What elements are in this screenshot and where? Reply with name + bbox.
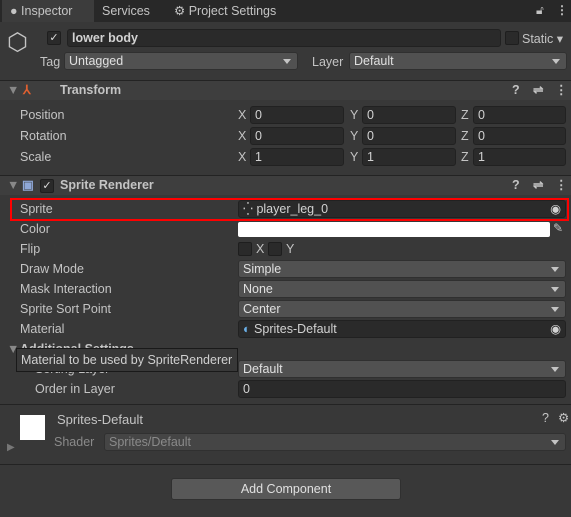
name-field[interactable]: lower body (67, 29, 501, 47)
flip-x-checkbox[interactable] (238, 242, 252, 256)
gameobject-cube-icon[interactable]: ⬡ (7, 28, 28, 57)
axis-z-label: Z (461, 108, 469, 122)
tag-dropdown[interactable]: Untagged (64, 52, 298, 70)
material-label: Material (20, 322, 65, 336)
help-icon[interactable]: ? (542, 411, 549, 425)
rotation-label: Rotation (20, 129, 67, 143)
shader-dropdown[interactable]: Sprites/Default (104, 433, 566, 451)
order-in-layer-field[interactable]: 0 (238, 380, 566, 398)
position-y-field[interactable]: 0 (362, 106, 456, 124)
axis-z-label: Z (461, 150, 469, 164)
enabled-checkbox[interactable]: ✓ (40, 179, 54, 193)
sorting-layer-dropdown[interactable]: Default (238, 360, 566, 378)
highlight-box (10, 198, 569, 221)
layer-dropdown[interactable]: Default (349, 52, 567, 70)
axis-x-label: X (238, 150, 247, 164)
static-dropdown[interactable]: Static ▾ (522, 31, 563, 46)
material-name: Sprites-Default (57, 412, 143, 427)
static-checkbox[interactable] (505, 31, 519, 45)
menu-icon[interactable]: ⋮ (555, 81, 568, 100)
transform-header[interactable]: ▼ ⅄ Transform ? ⇌ ⋮ (0, 80, 571, 100)
scale-x-field[interactable]: 1 (250, 148, 344, 166)
material-icon: ◐ (243, 322, 251, 336)
position-x-field[interactable]: 0 (250, 106, 344, 124)
axis-y-label: Y (350, 150, 359, 164)
tab-services[interactable]: Services (94, 0, 158, 22)
info-icon: ● (10, 4, 18, 18)
draw-mode-dropdown[interactable]: Simple (238, 260, 566, 278)
scale-y-field[interactable]: 1 (362, 148, 456, 166)
sort-point-dropdown[interactable]: Center (238, 300, 566, 318)
axis-x-label: X (238, 129, 247, 143)
material-preview (20, 415, 45, 440)
color-label: Color (20, 222, 50, 236)
position-z-field[interactable]: 0 (473, 106, 566, 124)
shader-label: Shader (54, 435, 95, 449)
flip-label: Flip (20, 242, 41, 256)
sprite-renderer-icon: ▣ (22, 178, 34, 192)
sprite-renderer-header[interactable]: ▼ ▣ ✓ Sprite Renderer ? ⇌ ⋮ (0, 175, 571, 195)
tab-inspector[interactable]: ● Inspector (2, 0, 94, 22)
divider (0, 404, 571, 405)
help-icon[interactable]: ? (512, 176, 520, 195)
rotation-y-field[interactable]: 0 (362, 127, 456, 145)
lock-icon[interactable]: 🔓︎ (536, 3, 544, 18)
help-icon[interactable]: ? (512, 81, 520, 100)
draw-mode-label: Draw Mode (20, 262, 84, 276)
flip-y-checkbox[interactable] (268, 242, 282, 256)
rotation-x-field[interactable]: 0 (250, 127, 344, 145)
axis-x-label: X (238, 108, 247, 122)
active-checkbox[interactable]: ✓ (47, 31, 61, 45)
mask-interaction-label: Mask Interaction (20, 282, 112, 296)
gear-icon: ⚙ (174, 4, 186, 18)
tab-project-settings[interactable]: ⚙ Project Settings (166, 0, 284, 22)
presets-icon[interactable]: ⇌ (533, 176, 543, 195)
gear-icon[interactable]: ⚙ (558, 410, 569, 425)
material-field[interactable]: ◐ Sprites-Default ◉ (238, 320, 566, 338)
axis-z-label: Z (461, 129, 469, 143)
eyedropper-icon[interactable]: ✎ (553, 221, 563, 235)
axis-y-label: Y (350, 129, 359, 143)
position-label: Position (20, 108, 65, 122)
rotation-z-field[interactable]: 0 (473, 127, 566, 145)
scale-label: Scale (20, 150, 52, 164)
more-icon[interactable]: ⋮ (556, 3, 568, 17)
divider (0, 464, 571, 465)
layer-label: Layer (312, 55, 344, 69)
menu-icon[interactable]: ⋮ (555, 176, 568, 195)
order-in-layer-label: Order in Layer (35, 382, 115, 396)
tooltip: Material to be used by SpriteRenderer (16, 348, 238, 372)
presets-icon[interactable]: ⇌ (533, 81, 543, 100)
color-swatch[interactable] (238, 222, 550, 237)
add-component-button[interactable]: Add Component (171, 478, 401, 500)
scale-z-field[interactable]: 1 (473, 148, 566, 166)
transform-icon: ⅄ (23, 83, 31, 97)
mask-interaction-dropdown[interactable]: None (238, 280, 566, 298)
sort-point-label: Sprite Sort Point (20, 302, 112, 316)
object-picker-icon[interactable]: ◉ (550, 321, 561, 337)
axis-y-label: Y (350, 108, 359, 122)
tag-label: Tag (40, 55, 61, 69)
expand-icon[interactable]: ▶ (7, 442, 15, 453)
